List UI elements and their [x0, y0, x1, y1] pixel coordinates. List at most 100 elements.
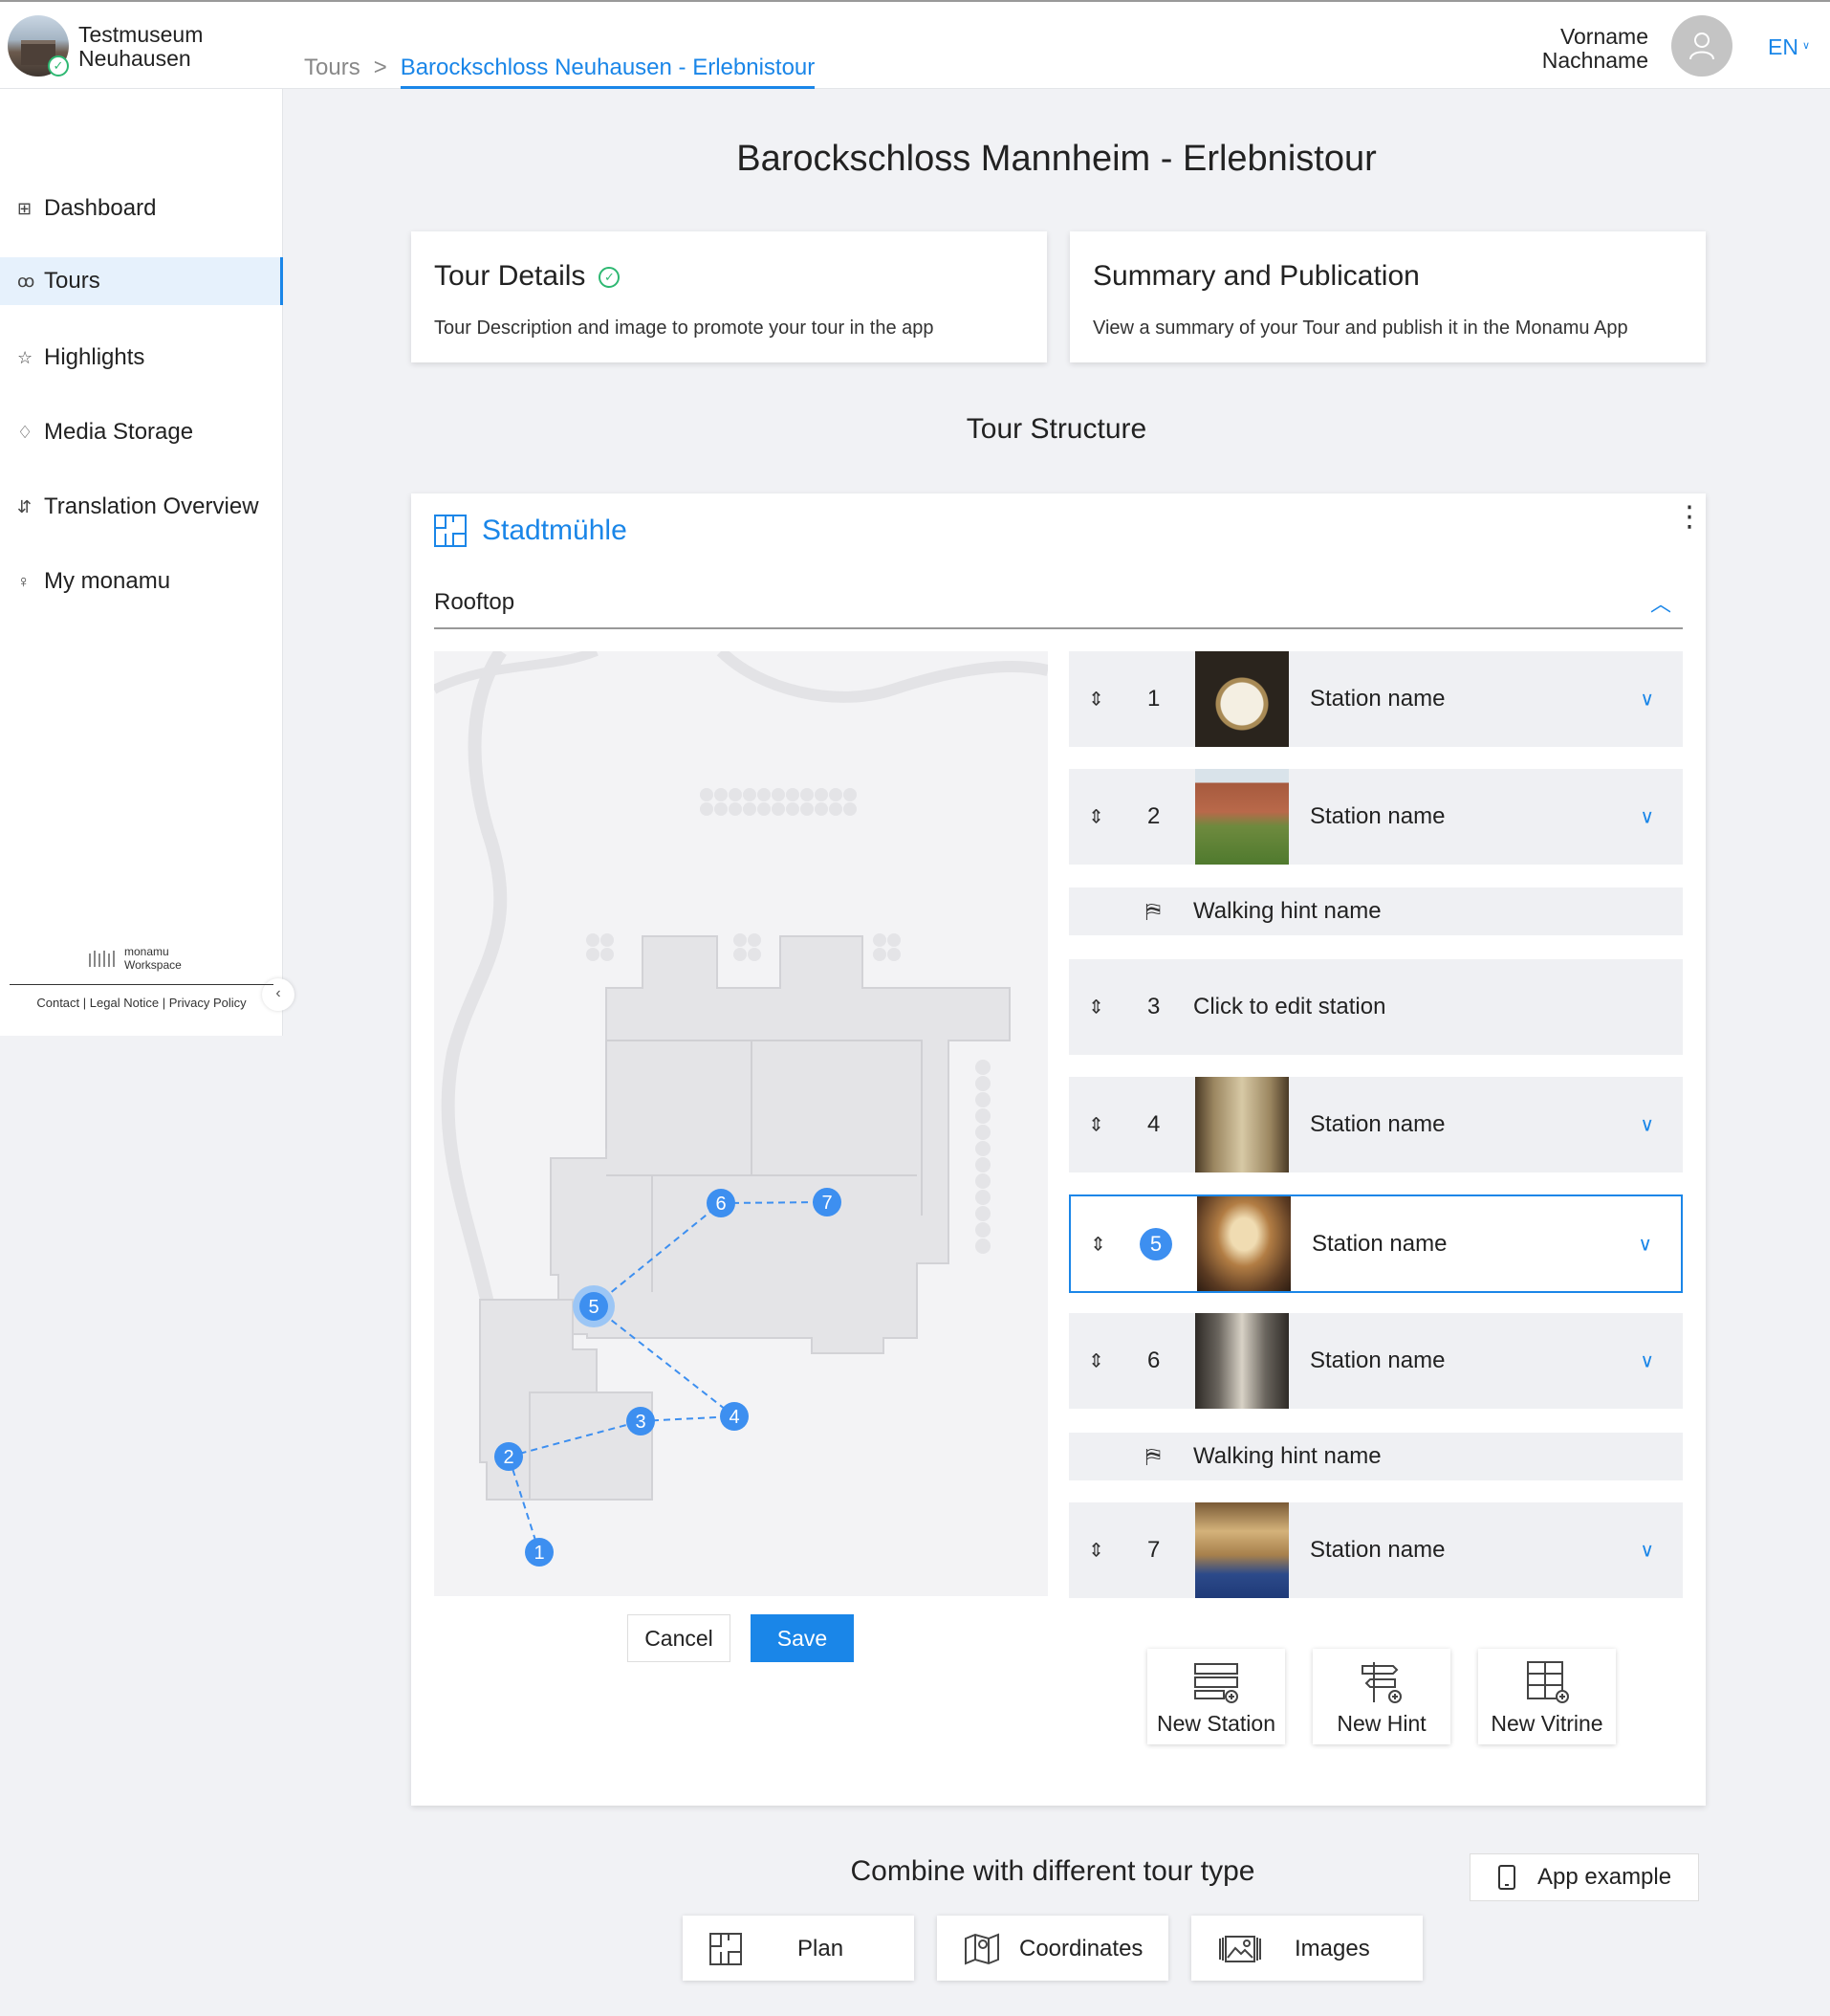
- chevron-up-icon[interactable]: ︿: [1650, 587, 1671, 618]
- chevron-down-icon[interactable]: ∨: [1640, 1349, 1654, 1373]
- drag-handle-icon[interactable]: ⇕: [1088, 1349, 1104, 1373]
- translate-icon: ⇵: [17, 496, 33, 516]
- footer-links: Contact | Legal Notice | Privacy Policy: [0, 996, 283, 1010]
- drag-handle-icon[interactable]: ⇕: [1090, 1232, 1106, 1256]
- signpost-icon: ⛿: [1145, 899, 1161, 923]
- chevron-down-icon[interactable]: ∨: [1640, 688, 1654, 712]
- phone-icon: [1498, 1865, 1515, 1890]
- sidebar-item-label: Media Storage: [44, 419, 194, 445]
- station-name: Station name: [1310, 1348, 1446, 1373]
- floorplan-icon: [709, 1933, 742, 1965]
- station-name: Station name: [1310, 1537, 1446, 1563]
- plan-type-label: Plan: [797, 1936, 844, 1961]
- privacy-policy-link[interactable]: Privacy Policy: [169, 996, 247, 1010]
- sidebar-item-translation-overview[interactable]: ⇵ Translation Overview: [0, 483, 283, 531]
- walking-hint-row[interactable]: ⛿ Walking hint name: [1069, 1433, 1683, 1480]
- images-type-label: Images: [1295, 1936, 1370, 1961]
- station-thumbnail-gothic-hall: [1197, 1196, 1291, 1291]
- breadcrumb-current[interactable]: Barockschloss Neuhausen - Erlebnistour: [400, 55, 816, 89]
- map-marker-label: 1: [534, 1543, 544, 1564]
- new-hint-button[interactable]: New Hint: [1313, 1649, 1450, 1744]
- chevron-down-icon[interactable]: ∨: [1640, 1539, 1654, 1563]
- footer-separator: |: [82, 996, 87, 1010]
- chevron-down-icon[interactable]: ∨: [1638, 1232, 1652, 1256]
- station-thumbnail-cloister: [1195, 1077, 1289, 1172]
- map-marker-label: 2: [503, 1447, 513, 1468]
- footer-separator: |: [162, 996, 166, 1010]
- sidebar-item-highlights[interactable]: ☆ Highlights: [0, 334, 283, 382]
- station-number: 2: [1147, 803, 1161, 829]
- save-button[interactable]: Save: [751, 1614, 854, 1662]
- station-row-4[interactable]: ⇕ 4 Station name ∨: [1069, 1077, 1683, 1172]
- images-icon: [1219, 1936, 1261, 1962]
- walking-hint-row[interactable]: ⛿ Walking hint name: [1069, 887, 1683, 935]
- sidebar-item-label: Dashboard: [44, 195, 157, 221]
- images-type-button[interactable]: Images: [1191, 1916, 1423, 1981]
- cancel-button[interactable]: Cancel: [627, 1614, 730, 1662]
- tour-structure-title: Tour Structure: [966, 413, 1147, 445]
- language-selector[interactable]: EN ∨: [1768, 34, 1810, 60]
- chevron-down-icon[interactable]: ∨: [1640, 805, 1654, 829]
- plan-type-button[interactable]: Plan: [683, 1916, 914, 1981]
- station-row-2[interactable]: ⇕ 2 Station name ∨: [1069, 769, 1683, 865]
- drag-handle-icon[interactable]: ⇕: [1088, 805, 1104, 829]
- station-name: Station name: [1310, 1111, 1446, 1137]
- sidebar-item-dashboard[interactable]: ⊞ Dashboard: [0, 185, 283, 232]
- floor-map-canvas[interactable]: 1 2 3 4 5 6 7: [434, 651, 1048, 1596]
- station-number: 3: [1147, 994, 1161, 1019]
- summary-card[interactable]: Summary and Publication View a summary o…: [1070, 231, 1706, 362]
- station-row-6[interactable]: ⇕ 6 Station name ∨: [1069, 1313, 1683, 1409]
- sidebar-item-media-storage[interactable]: ♢ Media Storage: [0, 408, 283, 456]
- map-marker-label: 4: [729, 1407, 739, 1428]
- drag-handle-icon[interactable]: ⇕: [1088, 1113, 1104, 1137]
- station-number-badge: 5: [1140, 1227, 1172, 1260]
- user-first-name: Vorname: [1559, 24, 1648, 49]
- floor-map[interactable]: 1 2 3 4 5 6 7: [434, 651, 1048, 1596]
- tour-details-card[interactable]: Tour Details ✓ Tour Description and image…: [411, 231, 1047, 362]
- drag-handle-icon[interactable]: ⇕: [1088, 996, 1104, 1019]
- plan-name: Stadtmühle: [482, 515, 627, 546]
- station-row-5[interactable]: ⇕ 5 Station name ∨: [1069, 1194, 1683, 1293]
- new-station-button[interactable]: New Station: [1147, 1649, 1285, 1744]
- legal-notice-link[interactable]: Legal Notice: [90, 996, 159, 1010]
- station-row-7[interactable]: ⇕ 7 Station name ∨: [1069, 1502, 1683, 1598]
- map-marker-label: 3: [635, 1412, 645, 1433]
- contact-link[interactable]: Contact: [36, 996, 79, 1010]
- sidebar-item-label: My monamu: [44, 568, 171, 594]
- language-label: EN: [1768, 34, 1798, 59]
- station-thumbnail-banquet-hall: [1195, 1502, 1289, 1598]
- station-number: 7: [1147, 1537, 1161, 1563]
- new-vitrine-label: New Vitrine: [1491, 1711, 1603, 1736]
- plan-title[interactable]: Stadtmühle: [434, 515, 627, 547]
- signpost-icon: ⛿: [1145, 1444, 1161, 1468]
- new-vitrine-button[interactable]: New Vitrine: [1478, 1649, 1616, 1744]
- drag-handle-icon[interactable]: ⇕: [1088, 1539, 1104, 1563]
- edit-station-prompt[interactable]: Click to edit station: [1193, 994, 1385, 1020]
- station-row-1[interactable]: ⇕ 1 Station name ∨: [1069, 651, 1683, 747]
- chevron-down-icon[interactable]: ∨: [1640, 1113, 1654, 1137]
- station-thumbnail-pocket-watch: [1195, 651, 1289, 747]
- avatar[interactable]: [1671, 15, 1732, 77]
- station-number: 4: [1147, 1111, 1161, 1137]
- floor-selector[interactable]: Rooftop: [434, 589, 514, 616]
- sidebar-item-tours[interactable]: ꝏ Tours: [0, 257, 283, 305]
- drag-handle-icon[interactable]: ⇕: [1088, 688, 1104, 712]
- page-title: Barockschloss Mannheim - Erlebnistour: [736, 139, 1377, 179]
- grid-icon: ⊞: [17, 198, 33, 218]
- sidebar-item-my-monamu[interactable]: ♀ My monamu: [0, 558, 283, 605]
- map-marker-label: 7: [821, 1193, 832, 1214]
- sidebar: ⊞ Dashboard ꝏ Tours ☆ Highlights ♢ Media Sto…: [0, 89, 294, 1036]
- station-row-3[interactable]: ⇕ 3 Click to edit station: [1069, 959, 1683, 1055]
- breadcrumb-tours-link[interactable]: Tours: [304, 55, 360, 80]
- user-icon: ♀: [17, 571, 31, 591]
- coordinates-type-button[interactable]: Coordinates: [937, 1916, 1168, 1981]
- tour-details-title: Tour Details ✓: [434, 260, 621, 293]
- chevron-down-icon: ∨: [1801, 40, 1811, 52]
- new-station-icon: [1194, 1663, 1238, 1703]
- map-marker-label: 5: [588, 1297, 599, 1318]
- app-example-button[interactable]: App example: [1470, 1853, 1699, 1901]
- museum-name[interactable]: Testmuseum Neuhausen: [78, 23, 251, 71]
- more-options-icon[interactable]: ⋮: [1675, 503, 1704, 532]
- user-name[interactable]: Vorname Nachname: [1542, 25, 1648, 73]
- station-number: 6: [1147, 1348, 1161, 1373]
